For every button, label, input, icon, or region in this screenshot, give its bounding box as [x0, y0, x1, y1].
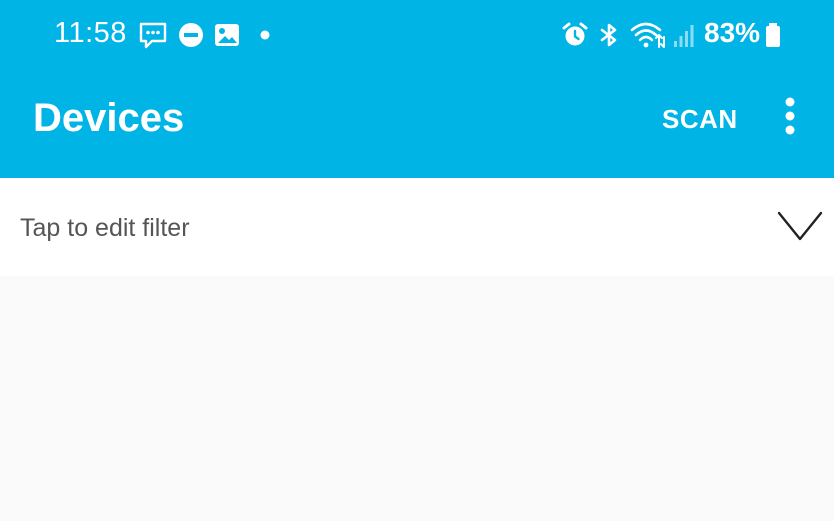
- battery-percent: 83%: [704, 17, 761, 48]
- page-title: Devices: [33, 96, 185, 140]
- notification-dot-icon: [250, 20, 280, 50]
- status-time: 11:58: [54, 17, 127, 49]
- bluetooth-icon: [594, 20, 624, 50]
- wifi-icon: [630, 20, 666, 50]
- chevron-down-icon[interactable]: [776, 208, 824, 244]
- alarm-icon: [560, 20, 590, 50]
- device-list: [0, 276, 834, 521]
- more-vert-icon[interactable]: [770, 94, 810, 142]
- battery-icon: [762, 20, 784, 50]
- status-bar: 11:58 83%: [0, 0, 834, 72]
- do-not-disturb-icon: [176, 20, 206, 50]
- gallery-icon: [212, 20, 242, 50]
- signal-icon: [670, 20, 700, 50]
- app-bar: 11:58 83% Devices SCAN: [0, 0, 834, 178]
- message-icon: [138, 20, 168, 50]
- filter-label: Tap to edit filter: [20, 214, 190, 242]
- scan-button[interactable]: SCAN: [650, 96, 750, 142]
- filter-row[interactable]: Tap to edit filter: [0, 178, 834, 276]
